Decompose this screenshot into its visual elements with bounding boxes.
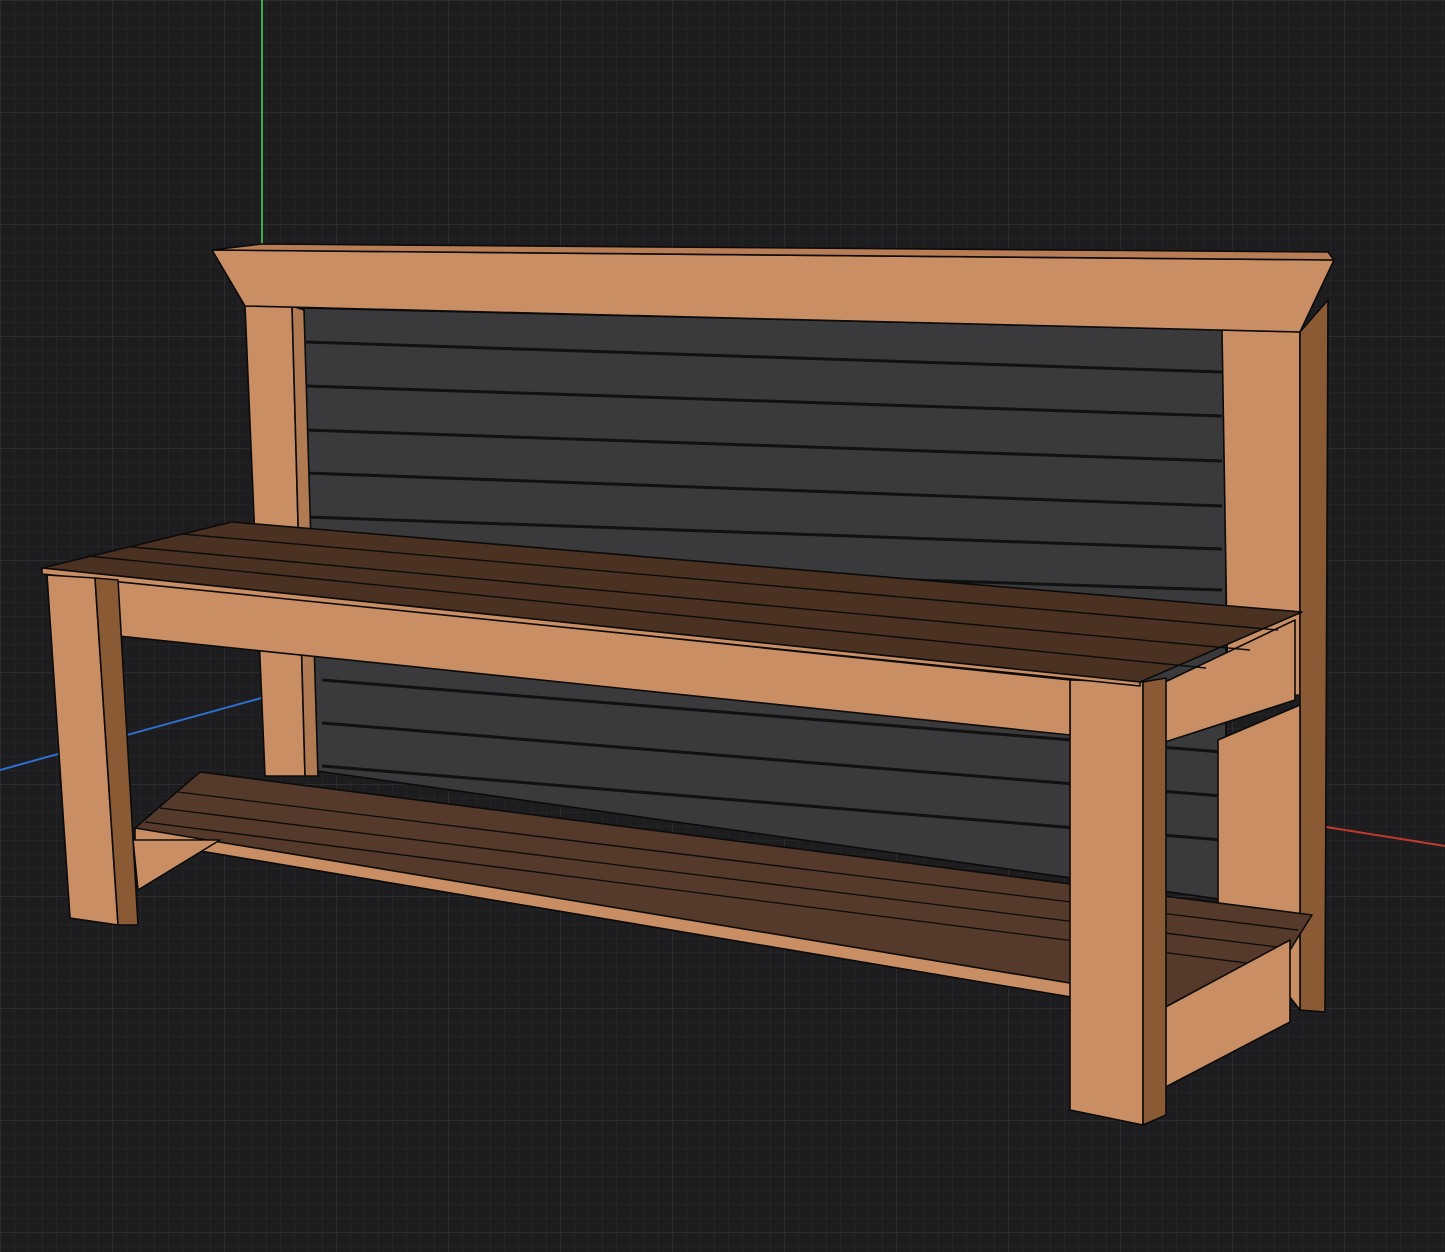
front-right-leg (1069, 677, 1167, 1126)
3d-viewport[interactable] (0, 0, 1445, 1252)
scene-canvas[interactable] (0, 0, 1445, 1252)
